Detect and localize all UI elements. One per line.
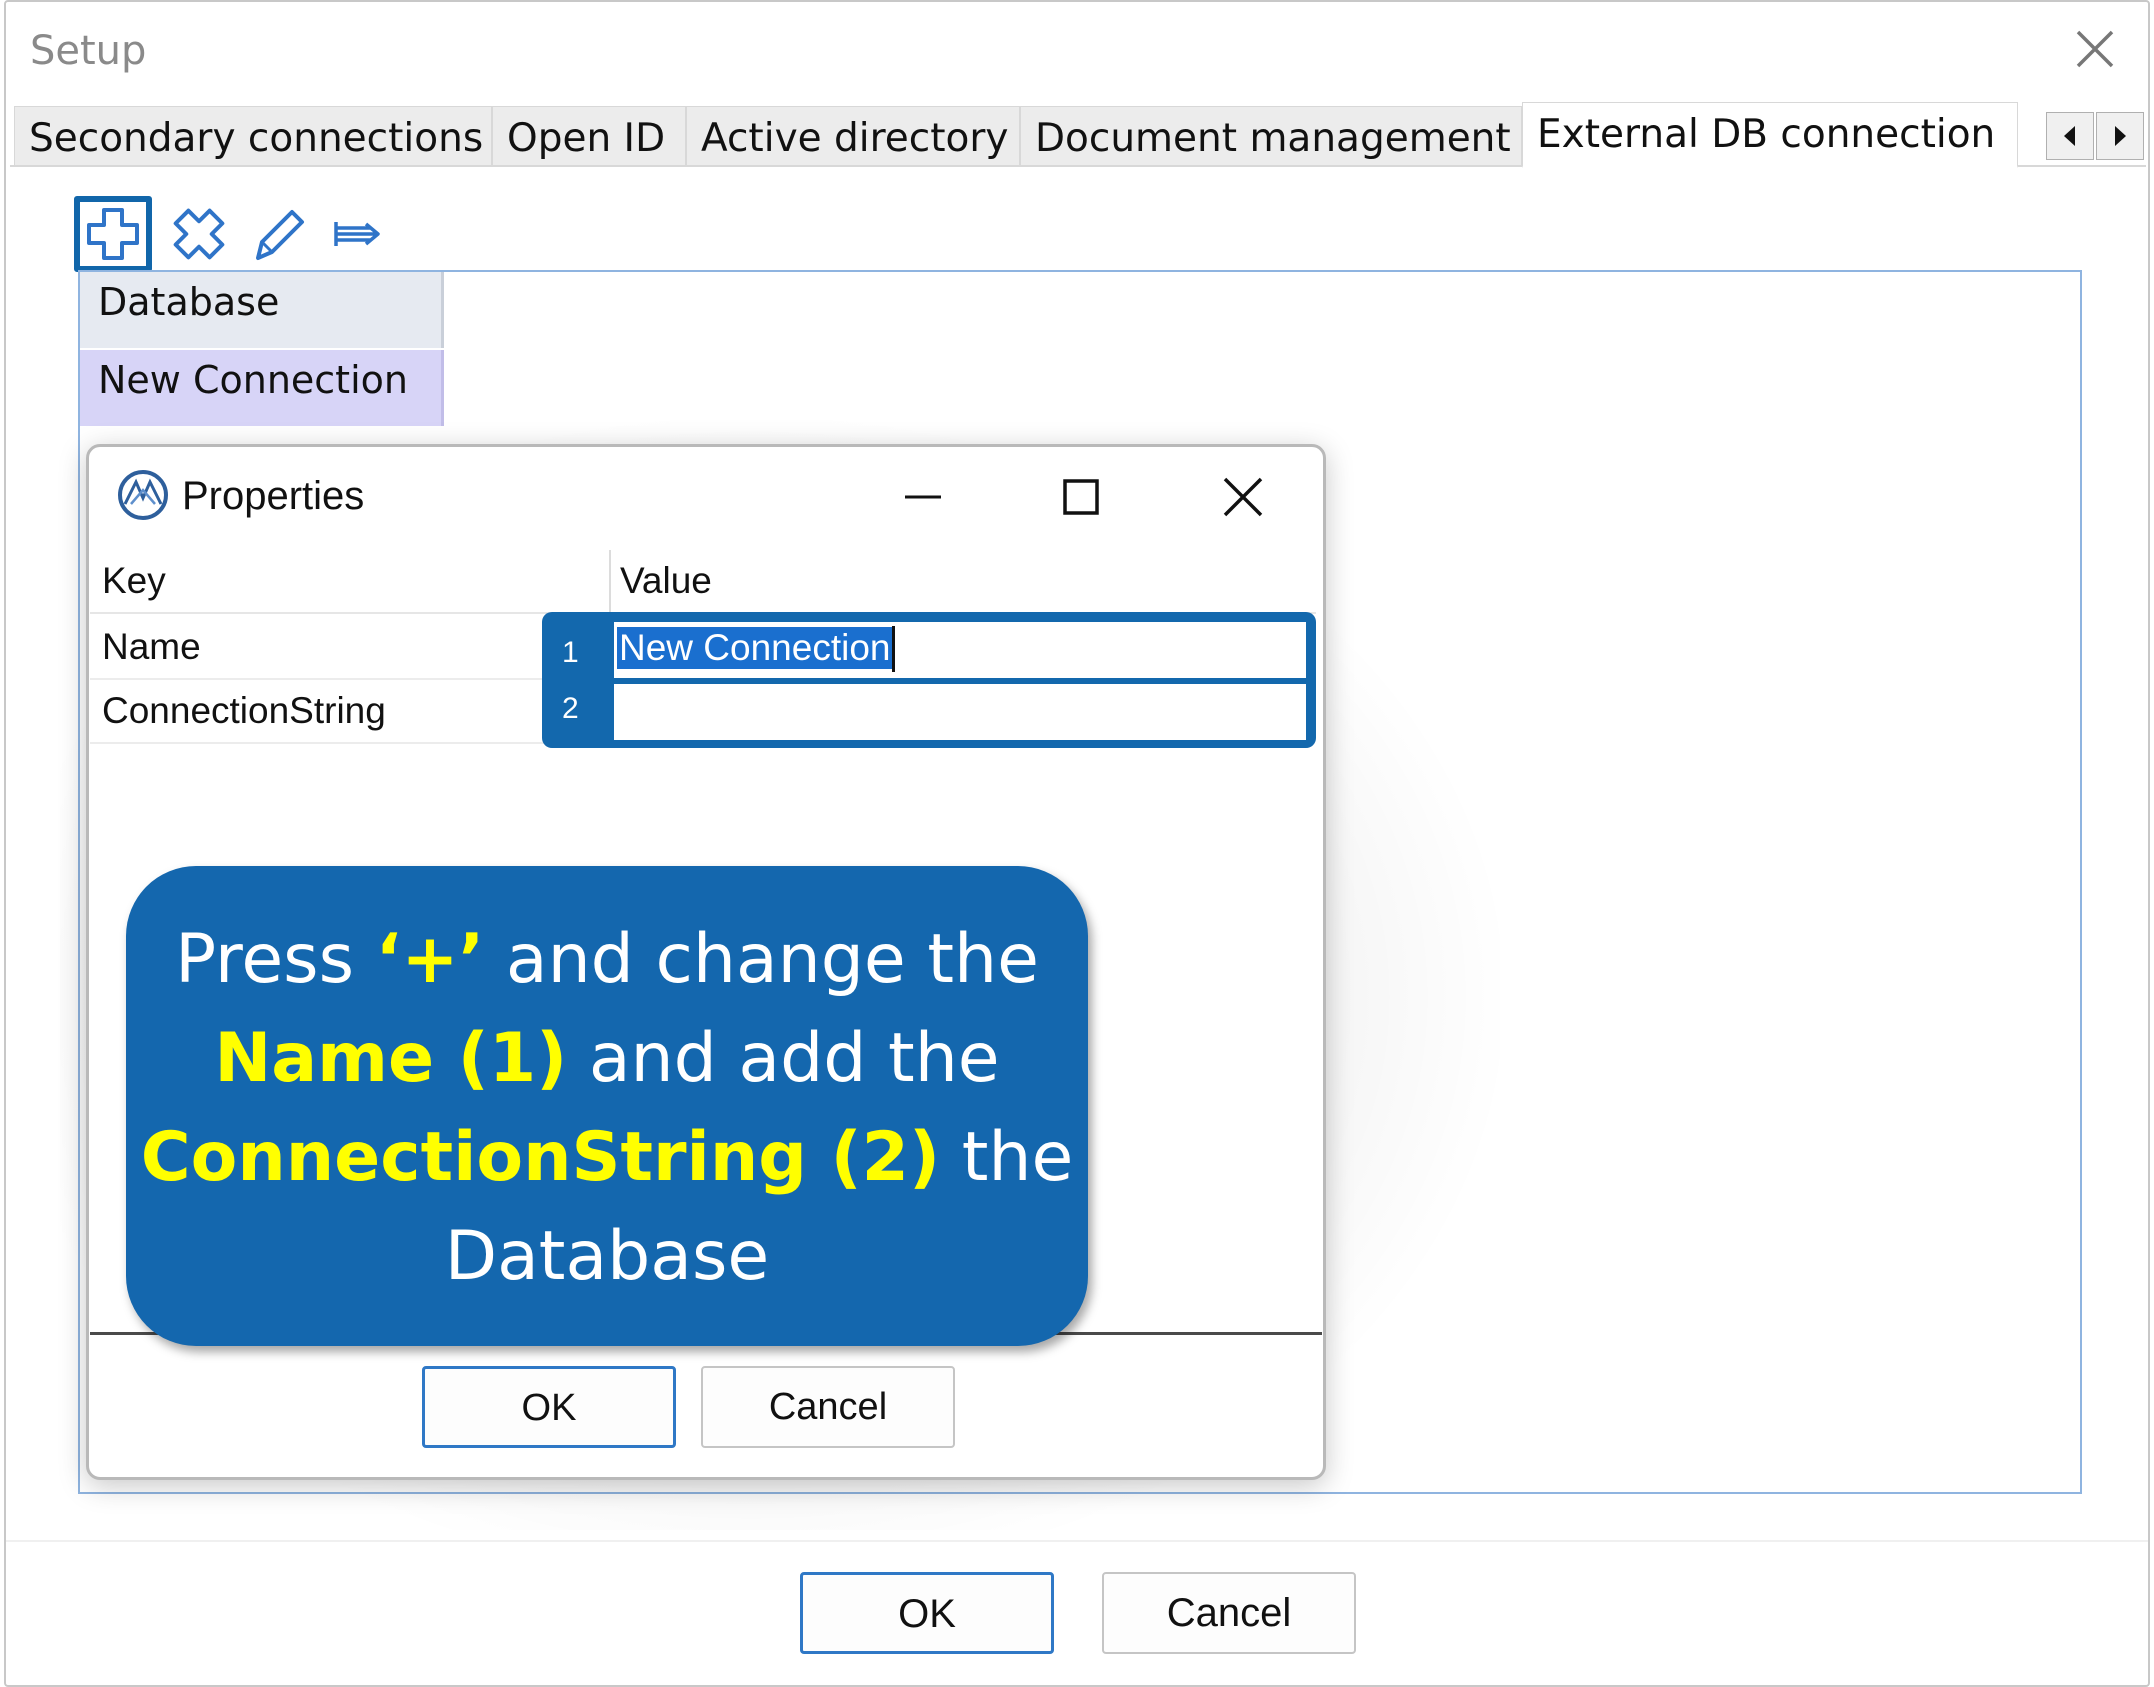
ok-button[interactable]: OK	[800, 1572, 1054, 1654]
instruction-callout: Press ‘+’ and change the Name (1) and ad…	[126, 866, 1088, 1346]
tab-scroll-right-button[interactable]	[2096, 112, 2144, 160]
close-icon[interactable]	[2070, 24, 2120, 80]
column-header-key: Key	[102, 560, 166, 601]
minimize-icon	[905, 495, 941, 499]
callout-connectionstring: ConnectionString (2)	[140, 1118, 941, 1197]
text-caret	[892, 626, 895, 672]
add-button[interactable]	[74, 196, 152, 272]
row-divider	[90, 742, 610, 744]
connectionstring-value-field[interactable]	[614, 684, 1306, 740]
edit-button[interactable]	[240, 196, 318, 272]
minimize-button[interactable]	[888, 462, 958, 532]
column-header-value: Value	[620, 560, 712, 601]
delete-icon	[173, 208, 225, 260]
chevron-left-icon	[2064, 126, 2075, 146]
dialog-ok-button[interactable]: OK	[422, 1366, 676, 1448]
add-icon	[87, 208, 139, 260]
row-divider	[90, 678, 610, 680]
step-number-1: 1	[562, 636, 579, 669]
tab-open-id[interactable]: Open ID	[492, 106, 686, 166]
chevron-right-icon	[2115, 126, 2126, 146]
callout-name: Name (1)	[214, 1019, 568, 1098]
property-key-name: Name	[102, 626, 201, 667]
maximize-button[interactable]	[1046, 462, 1116, 532]
dialog-cancel-button[interactable]: Cancel	[701, 1366, 955, 1448]
column-header-database[interactable]: Database	[80, 272, 444, 348]
tab-active-directory[interactable]: Active directory	[686, 106, 1020, 166]
callout-plus: ‘+’	[375, 920, 485, 999]
property-key-connectionstring: ConnectionString	[102, 690, 386, 731]
setup-title: Setup	[30, 28, 147, 74]
callout-text: and change the	[484, 920, 1039, 999]
tab-secondary-connections[interactable]: Secondary connections	[14, 106, 492, 166]
list-item[interactable]: New Connection	[80, 350, 444, 426]
tab-scroll-left-button[interactable]	[2046, 112, 2094, 160]
cancel-button[interactable]: Cancel	[1102, 1572, 1356, 1654]
dialog-title: Properties	[182, 474, 365, 518]
close-icon	[1223, 477, 1263, 517]
dialog-close-button[interactable]	[1208, 462, 1278, 532]
tab-document-management[interactable]: Document management	[1020, 106, 1522, 166]
callout-text: and add the	[567, 1019, 1000, 1098]
callout-text: Press	[175, 920, 376, 999]
export-icon	[334, 222, 380, 246]
tab-external-db-connection[interactable]: External DB connection	[1522, 102, 2018, 168]
name-value-text[interactable]: New Connection	[617, 627, 893, 669]
pencil-icon	[256, 210, 304, 260]
maximize-icon	[1063, 479, 1099, 515]
divider	[6, 1540, 2148, 1542]
step-number-2: 2	[562, 692, 579, 725]
export-button[interactable]	[320, 196, 398, 272]
app-logo-icon	[116, 468, 170, 522]
column-divider	[609, 550, 611, 612]
delete-button[interactable]	[160, 196, 238, 272]
